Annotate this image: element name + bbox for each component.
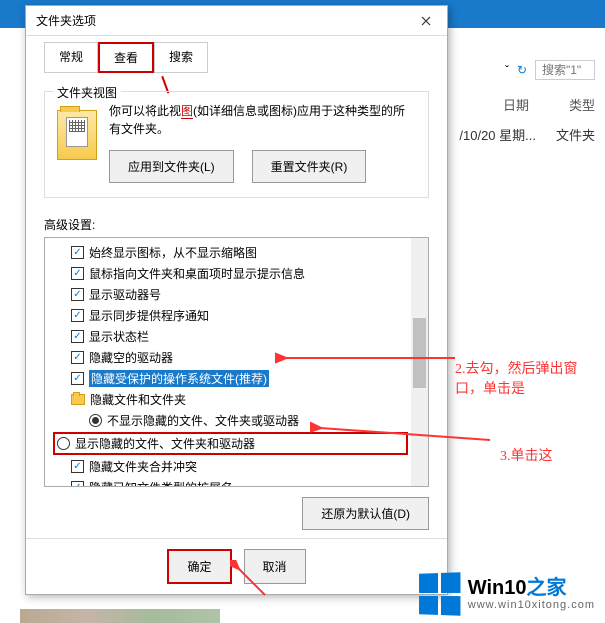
adv-item-label: 隐藏空的驱动器 (89, 349, 173, 366)
folder-view-group: 文件夹视图 你可以将此视图(如详细信息或图标)应用于这种类型的所有文件夹。 应用… (44, 91, 429, 198)
tab-search[interactable]: 搜索 (154, 42, 208, 73)
tab-view[interactable]: 查看 (98, 42, 154, 73)
checkbox[interactable]: ✓ (71, 246, 84, 259)
bg-toolbar: ˇ ↻ (505, 60, 595, 80)
adv-item-label: 始终显示图标，从不显示缩略图 (89, 244, 257, 261)
checkbox[interactable]: ✓ (71, 267, 84, 280)
col-date[interactable]: 日期 (503, 95, 529, 114)
adv-item-9[interactable]: 显示隐藏的文件、文件夹和驱动器 (53, 432, 408, 455)
scrollbar[interactable] (411, 238, 428, 486)
checkbox[interactable]: ✓ (71, 309, 84, 322)
advanced-label: 高级设置: (44, 216, 429, 233)
tab-general[interactable]: 常规 (44, 42, 98, 73)
folder-icon (57, 110, 97, 160)
cancel-button[interactable]: 取消 (244, 549, 306, 584)
adv-item-7[interactable]: 隐藏文件和文件夹 (53, 389, 408, 410)
ok-button[interactable]: 确定 (167, 549, 231, 584)
dialog-title: 文件夹选项 (36, 12, 96, 29)
adv-item-label: 隐藏文件夹合并冲突 (89, 458, 197, 475)
close-button[interactable] (411, 10, 441, 32)
adv-item-4[interactable]: ✓ 显示状态栏 (53, 326, 408, 347)
adv-item-label: 隐藏受保护的操作系统文件(推荐) (89, 370, 269, 387)
restore-defaults-button[interactable]: 还原为默认值(D) (302, 497, 429, 530)
checkbox[interactable]: ✓ (71, 460, 84, 473)
adv-item-label: 显示驱动器号 (89, 286, 161, 303)
group-label: 文件夹视图 (53, 84, 121, 101)
adv-item-label: 显示隐藏的文件、文件夹和驱动器 (75, 435, 255, 452)
checkbox[interactable]: ✓ (71, 330, 84, 343)
adv-item-8[interactable]: 不显示隐藏的文件、文件夹或驱动器 (53, 410, 408, 431)
adv-item-3[interactable]: ✓ 显示同步提供程序通知 (53, 305, 408, 326)
annotation-3: 3.单击这 (500, 445, 553, 465)
watermark: Win10之家 www.win10xitong.com (418, 573, 595, 615)
folder-options-dialog: 文件夹选项 常规 查看 搜索 文件夹视图 你可以将此视图(如详细信息或图标)应用… (25, 5, 448, 595)
close-icon (421, 16, 431, 26)
adv-item-label: 隐藏文件和文件夹 (90, 391, 186, 408)
checkbox[interactable]: ✓ (71, 288, 84, 301)
checkbox[interactable]: ✓ (71, 481, 84, 487)
adv-item-label: 不显示隐藏的文件、文件夹或驱动器 (107, 412, 299, 429)
adv-item-11[interactable]: ✓ 隐藏已知文件类型的扩展名 (53, 477, 408, 487)
tab-strip: 常规 查看 搜索 (26, 36, 447, 73)
radio[interactable] (89, 414, 102, 427)
type-cell: 文件夹 (556, 125, 595, 144)
adv-item-0[interactable]: ✓ 始终显示图标，从不显示缩略图 (53, 242, 408, 263)
windows-logo-icon (419, 572, 460, 616)
adv-item-label: 显示同步提供程序通知 (89, 307, 209, 324)
chevron-down-icon[interactable]: ˇ (505, 63, 509, 77)
checkbox[interactable]: ✓ (71, 372, 84, 385)
radio[interactable] (57, 437, 70, 450)
adv-item-2[interactable]: ✓ 显示驱动器号 (53, 284, 408, 305)
refresh-icon[interactable]: ↻ (517, 63, 527, 77)
adv-item-label: 显示状态栏 (89, 328, 149, 345)
reset-folders-button[interactable]: 重置文件夹(R) (252, 150, 367, 183)
annotation-2: 2.去勾，然后弹出窗口，单击是 (455, 358, 605, 398)
titlebar: 文件夹选项 (26, 6, 447, 36)
col-type[interactable]: 类型 (569, 95, 595, 114)
checkbox[interactable]: ✓ (71, 351, 84, 364)
decoration (20, 609, 220, 623)
adv-item-6[interactable]: ✓ 隐藏受保护的操作系统文件(推荐) (53, 368, 408, 389)
adv-item-1[interactable]: ✓ 鼠标指向文件夹和桌面项时显示提示信息 (53, 263, 408, 284)
adv-item-5[interactable]: ✓ 隐藏空的驱动器 (53, 347, 408, 368)
date-cell: /10/20 星期... (459, 125, 536, 144)
group-description: 你可以将此视图(如详细信息或图标)应用于这种类型的所有文件夹。 (109, 102, 416, 138)
scrollbar-thumb[interactable] (413, 318, 426, 388)
advanced-settings-list[interactable]: ✓ 始终显示图标，从不显示缩略图 ✓ 鼠标指向文件夹和桌面项时显示提示信息 ✓ 显示驱动器… (44, 237, 429, 487)
adv-item-label: 隐藏已知文件类型的扩展名 (89, 479, 233, 487)
folder-icon (71, 394, 85, 405)
watermark-url: www.win10xitong.com (468, 599, 595, 611)
apply-to-folders-button[interactable]: 应用到文件夹(L) (109, 150, 234, 183)
adv-item-label: 鼠标指向文件夹和桌面项时显示提示信息 (89, 265, 305, 282)
search-input[interactable] (535, 60, 595, 80)
adv-item-10[interactable]: ✓ 隐藏文件夹合并冲突 (53, 456, 408, 477)
